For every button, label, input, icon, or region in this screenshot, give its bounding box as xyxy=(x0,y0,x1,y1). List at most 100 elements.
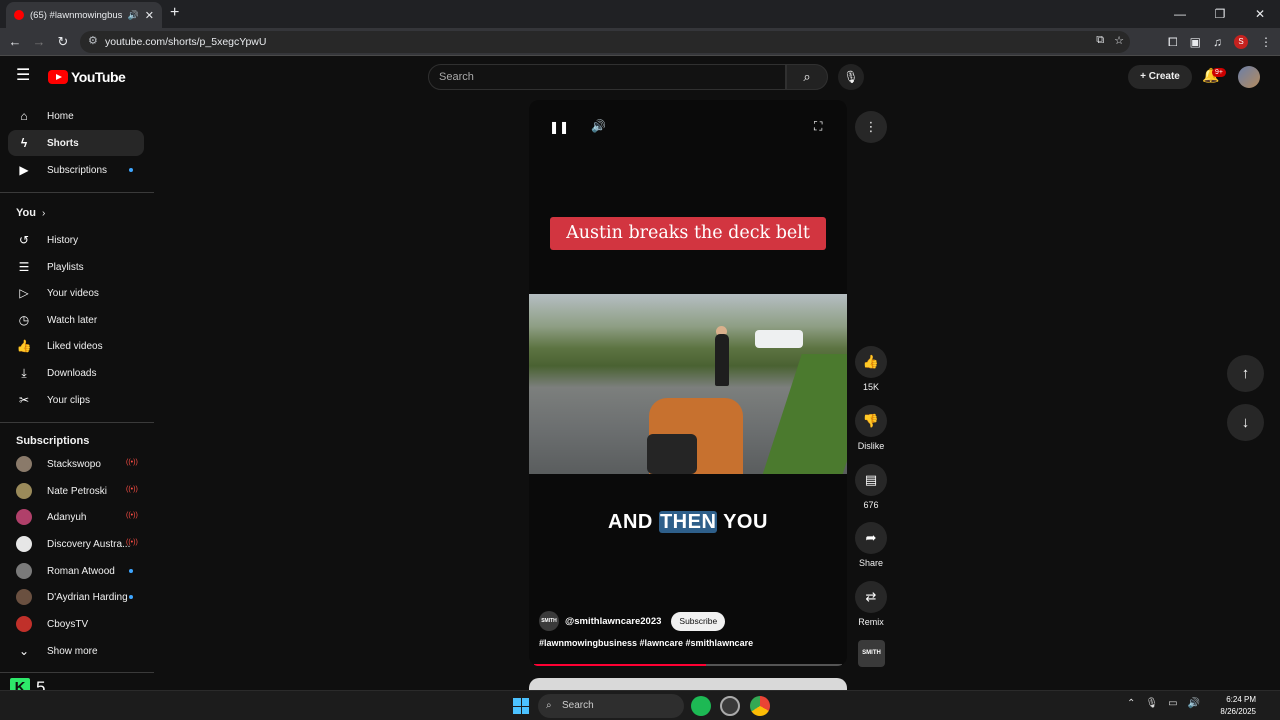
windows-taskbar: ⌕ Search ⌃ 🎙 ▭ 🔊 6:24 PM 8/26/2025 xyxy=(0,690,1280,720)
restore-icon[interactable]: ❐ xyxy=(1200,0,1240,28)
remix-icon: ⇄ xyxy=(855,581,887,613)
hashtags[interactable]: #lawnmowingbusiness #lawncare #smithlawn… xyxy=(539,638,753,648)
shorts-player[interactable]: ❚❚ 🔊 ⛶ Austin breaks the deck belt AND T… xyxy=(529,100,847,666)
channel-avatar xyxy=(16,563,32,579)
channel-avatar xyxy=(16,616,32,632)
taskbar-clock[interactable]: 6:24 PM 8/26/2025 xyxy=(1220,694,1256,718)
volume-icon[interactable]: 🔊 xyxy=(591,119,606,133)
sidebar-item-subscriptions[interactable]: ▶ Subscriptions xyxy=(8,157,144,183)
comments-button[interactable]: ▤ 676 xyxy=(855,464,887,510)
media-controls-icon[interactable]: ♫ xyxy=(1213,35,1222,49)
site-info-icon[interactable]: ⚙ xyxy=(88,34,98,47)
playlists-icon: ☰ xyxy=(18,260,30,274)
windows-start-icon[interactable] xyxy=(513,698,529,714)
window-close-icon[interactable]: ✕ xyxy=(1240,0,1280,28)
person xyxy=(715,334,729,386)
next-short-preview[interactable] xyxy=(529,678,847,690)
new-content-dot xyxy=(129,595,133,599)
next-short-button[interactable]: ↓ xyxy=(1227,404,1264,441)
progress-bar[interactable] xyxy=(534,664,842,666)
channel-avatar xyxy=(16,456,32,472)
audio-track-thumbnail[interactable]: SMITH xyxy=(858,640,885,667)
subscription-item[interactable]: Stackswopo ((•)) xyxy=(8,451,144,477)
subscription-item[interactable]: Nate Petroski ((•)) xyxy=(8,478,144,504)
reload-icon[interactable]: ↻ xyxy=(52,28,74,56)
notification-count-badge: 9+ xyxy=(1212,68,1226,77)
install-app-icon[interactable]: ⧉ xyxy=(1096,34,1104,47)
channel-row: SMITH @smithlawncare2023 Subscribe xyxy=(539,611,726,631)
subscription-item[interactable]: CboysTV xyxy=(8,611,144,637)
video-subtitle: AND THEN YOU xyxy=(608,511,768,533)
address-bar[interactable]: ⚙ youtube.com/shorts/p_5xegcYpwU ⧉ ☆ xyxy=(80,31,1130,53)
subscription-item[interactable]: D'Aydrian Harding xyxy=(8,584,144,610)
sidebar-item-home[interactable]: ⌂ Home xyxy=(8,103,144,129)
dislike-button[interactable]: 👎 Dislike xyxy=(855,405,887,451)
window-controls: — ❐ ✕ xyxy=(1160,0,1280,28)
side-panel-icon[interactable]: ▣ xyxy=(1190,35,1201,49)
search-button[interactable]: ⌕ xyxy=(786,64,828,90)
channel-handle[interactable]: @smithlawncare2023 xyxy=(565,616,661,627)
browser-tab[interactable]: (65) #lawnmowingbusiness 🔊 ✕ xyxy=(6,2,162,28)
sidebar-item-your-videos[interactable]: ▷ Your videos xyxy=(8,280,144,306)
subscription-item[interactable]: Discovery Austra... ((•)) xyxy=(8,531,144,557)
fullscreen-icon[interactable]: ⛶ xyxy=(814,119,822,134)
profile-avatar[interactable]: S xyxy=(1234,35,1248,49)
channel-avatar xyxy=(16,483,32,499)
arrow-down-icon: ↓ xyxy=(1241,414,1250,431)
extensions-icon[interactable]: ⧠ xyxy=(1168,35,1178,50)
shorts-icon: ϟ xyxy=(20,136,28,150)
sidebar-item-downloads[interactable]: ⤓ Downloads xyxy=(8,360,144,386)
minimize-icon[interactable]: — xyxy=(1160,0,1200,28)
steam-icon[interactable] xyxy=(720,696,740,716)
channel-logo[interactable]: SMITH xyxy=(539,611,559,631)
subscriptions-heading: Subscriptions xyxy=(16,435,90,447)
hamburger-menu-icon[interactable]: ☰ xyxy=(16,67,34,85)
display-icon[interactable]: ▭ xyxy=(1168,698,1177,709)
sidebar-divider xyxy=(0,192,154,193)
arrow-up-icon: ↑ xyxy=(1241,365,1250,382)
sidebar-item-your-clips[interactable]: ✂ Your clips xyxy=(8,387,144,413)
more-options-icon[interactable]: ⋮ xyxy=(855,111,887,143)
new-content-dot xyxy=(129,569,133,573)
speaker-icon[interactable]: 🔊 xyxy=(1188,698,1200,709)
bookmark-star-icon[interactable]: ☆ xyxy=(1114,34,1124,47)
create-button[interactable]: + Create xyxy=(1128,65,1192,89)
subscription-item[interactable]: Roman Atwood xyxy=(8,558,144,584)
previous-short-button[interactable]: ↑ xyxy=(1227,355,1264,392)
sidebar-item-playlists[interactable]: ☰ Playlists xyxy=(8,254,144,280)
search-input[interactable]: Search xyxy=(428,64,786,90)
account-avatar[interactable] xyxy=(1238,66,1260,88)
show-more-button[interactable]: ⌄ Show more xyxy=(8,638,144,664)
back-icon[interactable]: ← xyxy=(4,28,26,56)
sidebar-item-history[interactable]: ↺ History xyxy=(8,227,144,253)
new-content-dot xyxy=(129,168,133,172)
sidebar-you-heading[interactable]: You › xyxy=(8,200,144,226)
chevron-right-icon: › xyxy=(41,207,46,219)
voice-search-button[interactable]: 🎙 xyxy=(838,64,864,90)
live-indicator-icon: ((•)) xyxy=(126,539,138,546)
mower-engine xyxy=(647,434,697,474)
browser-menu-icon[interactable]: ⋮ xyxy=(1260,35,1272,49)
youtube-logo[interactable]: YouTube xyxy=(48,69,126,85)
url-text: youtube.com/shorts/p_5xegcYpwU xyxy=(105,36,267,48)
search-icon: ⌕ xyxy=(546,700,552,711)
remix-button[interactable]: ⇄ Remix xyxy=(855,581,887,627)
taskbar-search[interactable]: ⌕ Search xyxy=(538,694,684,718)
share-button[interactable]: ➦ Share xyxy=(855,522,887,568)
subscribe-button[interactable]: Subscribe xyxy=(671,611,726,631)
chevron-up-icon[interactable]: ⌃ xyxy=(1127,698,1135,709)
subscriptions-icon: ▶ xyxy=(19,163,29,177)
pause-icon[interactable]: ❚❚ xyxy=(549,120,569,134)
subscription-item[interactable]: Adanyuh ((•)) xyxy=(8,504,144,530)
tab-close-icon[interactable]: ✕ xyxy=(145,9,154,22)
new-tab-icon[interactable]: + xyxy=(170,4,179,22)
forward-icon[interactable]: → xyxy=(28,28,50,56)
tab-audio-icon[interactable]: 🔊 xyxy=(128,10,139,21)
chrome-icon[interactable] xyxy=(750,696,770,716)
like-button[interactable]: 👍 15K xyxy=(855,346,887,392)
sidebar-item-shorts[interactable]: ϟ Shorts xyxy=(8,130,144,156)
sidebar-item-watch-later[interactable]: ◷ Watch later xyxy=(8,307,144,333)
spotify-icon[interactable] xyxy=(691,696,711,716)
microphone-icon[interactable]: 🎙 xyxy=(1145,698,1158,709)
sidebar-item-liked-videos[interactable]: 👍 Liked videos xyxy=(8,333,144,359)
